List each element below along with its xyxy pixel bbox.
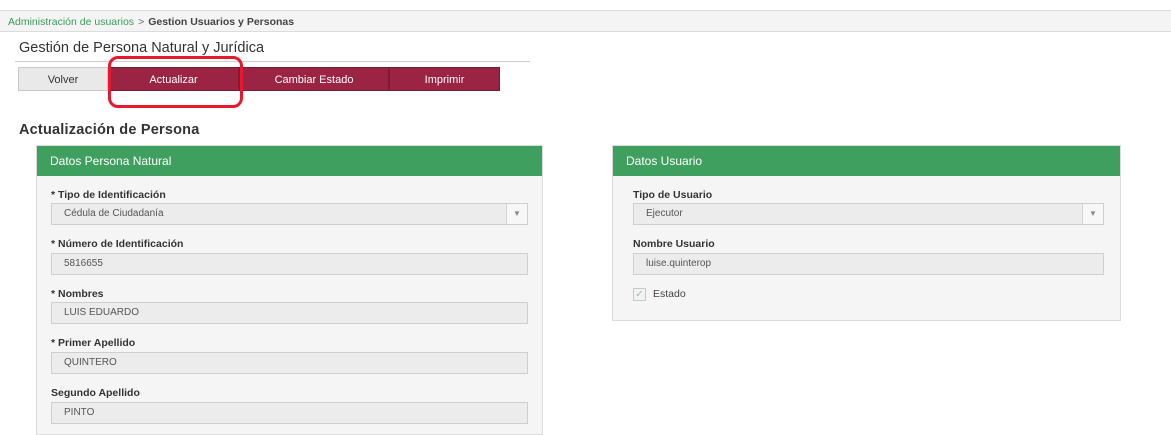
usuario-panel: Datos Usuario Tipo de Usuario Ejecutor ▼… [612,145,1121,321]
page-title: Gestión de Persona Natural y Jurídica [19,40,265,56]
volver-button[interactable]: Volver [18,67,108,91]
estado-checkbox[interactable]: ✓ [633,288,646,301]
numero-identificacion-label: * Número de Identificación [51,238,184,250]
numero-identificacion-field[interactable]: 5816655 [51,253,528,275]
persona-natural-header: Datos Persona Natural [37,146,542,176]
tipo-identificacion-value: Cédula de Ciudadanía [64,208,164,219]
cambiar-estado-button[interactable]: Cambiar Estado [239,67,389,91]
tipo-identificacion-label: * Tipo de Identificación [51,189,166,201]
nombres-field[interactable]: LUIS EDUARDO [51,302,528,324]
tipo-usuario-value: Ejecutor [646,208,683,219]
imprimir-button[interactable]: Imprimir [389,67,500,91]
nombres-label: * Nombres [51,288,104,300]
breadcrumb-current: Gestion Usuarios y Personas [148,16,295,28]
breadcrumb: Administración de usuarios > Gestion Usuar… [0,10,1171,32]
segundo-apellido-label: Segundo Apellido [51,387,140,399]
tipo-identificacion-select[interactable]: Cédula de Ciudadanía ▼ [51,203,528,225]
persona-natural-panel: Datos Persona Natural * Tipo de Identifi… [36,145,543,435]
primer-apellido-field[interactable]: QUINTERO [51,352,528,374]
segundo-apellido-field[interactable]: PINTO [51,402,528,424]
chevron-down-icon[interactable]: ▼ [1082,204,1103,224]
usuario-header: Datos Usuario [613,146,1120,176]
section-title: Actualización de Persona [19,122,200,138]
tipo-usuario-label: Tipo de Usuario [633,189,713,201]
tipo-usuario-select[interactable]: Ejecutor ▼ [633,203,1104,225]
title-divider [15,61,530,62]
estado-label: Estado [653,288,686,300]
toolbar: Volver Actualizar Cambiar Estado Imprimi… [18,67,500,91]
breadcrumb-parent-link[interactable]: Administración de usuarios [8,16,134,28]
nombre-usuario-label: Nombre Usuario [633,238,715,250]
check-icon: ✓ [635,289,644,300]
breadcrumb-separator: > [138,16,145,28]
chevron-down-icon[interactable]: ▼ [506,204,527,224]
actualizar-button[interactable]: Actualizar [108,67,239,91]
nombre-usuario-field[interactable]: luise.quinterop [633,253,1104,275]
primer-apellido-label: * Primer Apellido [51,337,136,349]
